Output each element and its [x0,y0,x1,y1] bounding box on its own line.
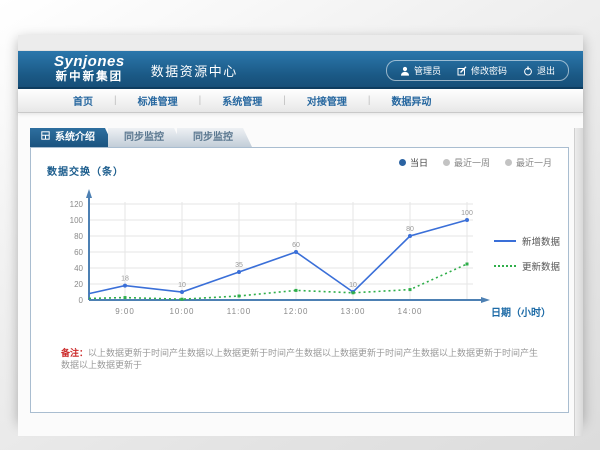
page-title: 数据资源中心 [151,58,238,80]
chart-legend: 新增数据 更新数据 [494,234,560,273]
svg-text:14:00: 14:00 [397,307,422,316]
app-header: Synjones 新中新集团 数据资源中心 管理员 修改密码 [18,51,583,89]
footer-note: 备注：以上数据更新于时间产生数据以上数据更新于时间产生数据以上数据更新于时间产生… [61,347,544,372]
logout-icon [523,66,533,76]
logout-button[interactable]: 退出 [523,64,555,77]
svg-text:日期（小时）: 日期（小时） [491,306,551,319]
radio-label: 当日 [410,156,428,169]
note-text: 以上数据更新于时间产生数据以上数据更新于时间产生数据以上数据更新于时间产生数据以… [61,348,538,371]
user-label: 管理员 [414,64,441,77]
note-label: 备注： [61,348,88,358]
svg-text:100: 100 [461,210,473,217]
radio-last-month[interactable]: 最近一月 [505,156,552,169]
brand-logo-en: Synjones [54,54,125,71]
top-strip [18,35,583,51]
tab-sync-monitor-1[interactable]: 同步监控 [108,128,183,147]
svg-text:0: 0 [79,296,84,305]
legend-label: 更新数据 [522,259,560,273]
main-nav: 首页 | 标准管理 | 系统管理 | 对接管理 | 数据异动 [18,89,583,113]
time-range-radio-group: 当日 最近一周 最近一月 [399,156,552,169]
radio-icon [505,159,512,166]
change-password-button[interactable]: 修改密码 [457,64,507,77]
user-actions-pill: 管理员 修改密码 退出 [386,60,569,81]
svg-text:9:00: 9:00 [115,307,135,316]
brand-logo: Synjones 新中新集团 [54,54,125,84]
radio-label: 最近一周 [454,156,490,169]
svg-text:12:00: 12:00 [283,307,308,316]
svg-text:10:00: 10:00 [169,307,194,316]
nav-item-data-change[interactable]: 数据异动 [370,93,452,108]
svg-text:18: 18 [121,276,129,283]
line-chart: 0 20 40 60 80 100 120 9:00 10:00 11:00 12:00 13:00 1… [49,182,561,334]
green-dotted-line-icon [494,265,516,267]
current-user-button[interactable]: 管理员 [400,64,441,77]
tab-label: 系统介绍 [55,128,95,147]
svg-text:60: 60 [292,242,300,249]
blue-line-icon [494,240,516,242]
nav-item-standard-mgmt[interactable]: 标准管理 [117,93,199,108]
radio-today[interactable]: 当日 [399,156,428,169]
brand-logo-cn: 新中新集团 [54,71,125,84]
radio-icon [443,159,450,166]
svg-text:60: 60 [74,248,83,257]
legend-item-updated-data[interactable]: 更新数据 [494,259,560,273]
svg-text:10: 10 [349,282,357,289]
svg-text:40: 40 [74,264,83,273]
svg-text:20: 20 [74,280,83,289]
tab-system-intro[interactable]: 系统介绍 [30,128,114,147]
logout-label: 退出 [537,64,555,77]
nav-item-system-mgmt[interactable]: 系统管理 [201,93,283,108]
app-window: Synjones 新中新集团 数据资源中心 管理员 修改密码 [18,35,583,420]
content-area: 系统介绍 同步监控 同步监控 当日 最近一周 [18,128,583,436]
svg-text:35: 35 [235,262,243,269]
tab-sync-monitor-2[interactable]: 同步监控 [177,128,252,147]
svg-text:11:00: 11:00 [227,307,251,316]
change-password-label: 修改密码 [471,64,507,77]
radio-icon [399,159,406,166]
legend-label: 新增数据 [522,234,560,248]
legend-item-new-data[interactable]: 新增数据 [494,234,560,248]
radio-label: 最近一月 [516,156,552,169]
grid-icon [41,128,50,147]
svg-text:80: 80 [74,232,83,241]
scrollbar[interactable] [574,128,583,436]
svg-text:13:00: 13:00 [340,307,365,316]
tab-label: 同步监控 [124,128,164,147]
nav-item-interface-mgmt[interactable]: 对接管理 [286,93,368,108]
y-axis-title: 数据交换（条） [47,163,124,178]
screen: Synjones 新中新集团 数据资源中心 管理员 修改密码 [0,0,600,450]
user-icon [400,66,410,76]
svg-text:100: 100 [70,216,84,225]
chart-panel: 当日 最近一周 最近一月 数据交换（条） 0 20 40 60 80 100 120 9:00… [30,147,569,413]
svg-text:80: 80 [406,226,414,233]
nav-item-home[interactable]: 首页 [52,93,114,108]
tab-bar: 系统介绍 同步监控 同步监控 [30,128,583,147]
radio-last-week[interactable]: 最近一周 [443,156,490,169]
tab-label: 同步监控 [193,128,233,147]
svg-text:120: 120 [70,200,84,209]
svg-text:10: 10 [178,282,186,289]
edit-icon [457,66,467,76]
